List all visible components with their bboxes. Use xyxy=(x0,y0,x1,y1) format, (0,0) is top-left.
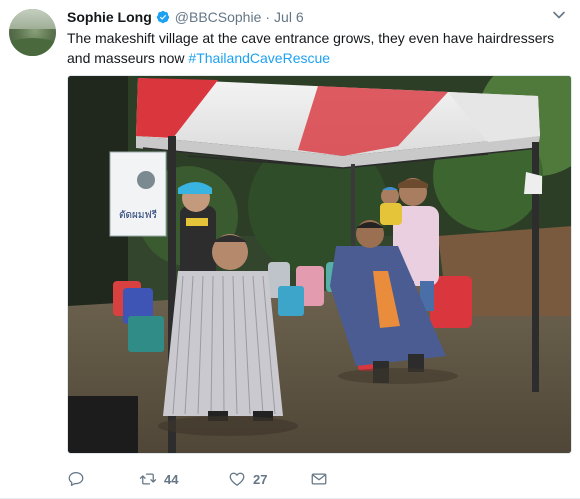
envelope-icon xyxy=(311,473,327,485)
direct-message-button[interactable] xyxy=(310,470,328,488)
verified-badge-icon xyxy=(156,10,169,24)
author-display-name[interactable]: Sophie Long xyxy=(67,9,152,25)
author-avatar[interactable] xyxy=(9,9,56,56)
tweet-text: The makeshift village at the cave entran… xyxy=(67,28,572,68)
like-count: 27 xyxy=(253,471,268,487)
reply-icon xyxy=(68,471,84,487)
tweet[interactable]: Sophie Long @BBCSophie · Jul 6 The makes… xyxy=(0,0,580,499)
tweet-photo[interactable]: ตัดผมฟรี xyxy=(67,75,572,454)
tweet-actions: 44 27 xyxy=(67,469,328,489)
tweet-timestamp[interactable]: Jul 6 xyxy=(274,9,304,25)
heart-icon xyxy=(229,472,245,486)
chevron-down-icon[interactable] xyxy=(552,8,566,22)
retweet-count: 44 xyxy=(164,471,179,487)
reply-button[interactable] xyxy=(67,470,139,488)
header-separator: · xyxy=(265,9,271,25)
photo-scene: ตัดผมฟรี xyxy=(68,76,571,453)
retweet-icon xyxy=(139,473,157,485)
avatar-hill xyxy=(9,38,56,56)
sign-text: ตัดผมฟรี xyxy=(119,209,158,221)
author-handle[interactable]: @BBCSophie xyxy=(175,9,262,25)
tweet-header: Sophie Long @BBCSophie · Jul 6 xyxy=(67,8,304,26)
hashtag-link[interactable]: #ThailandCaveRescue xyxy=(188,50,330,66)
avatar-sky xyxy=(9,9,56,29)
retweet-button[interactable]: 44 xyxy=(139,470,228,488)
like-button[interactable]: 27 xyxy=(228,470,310,488)
